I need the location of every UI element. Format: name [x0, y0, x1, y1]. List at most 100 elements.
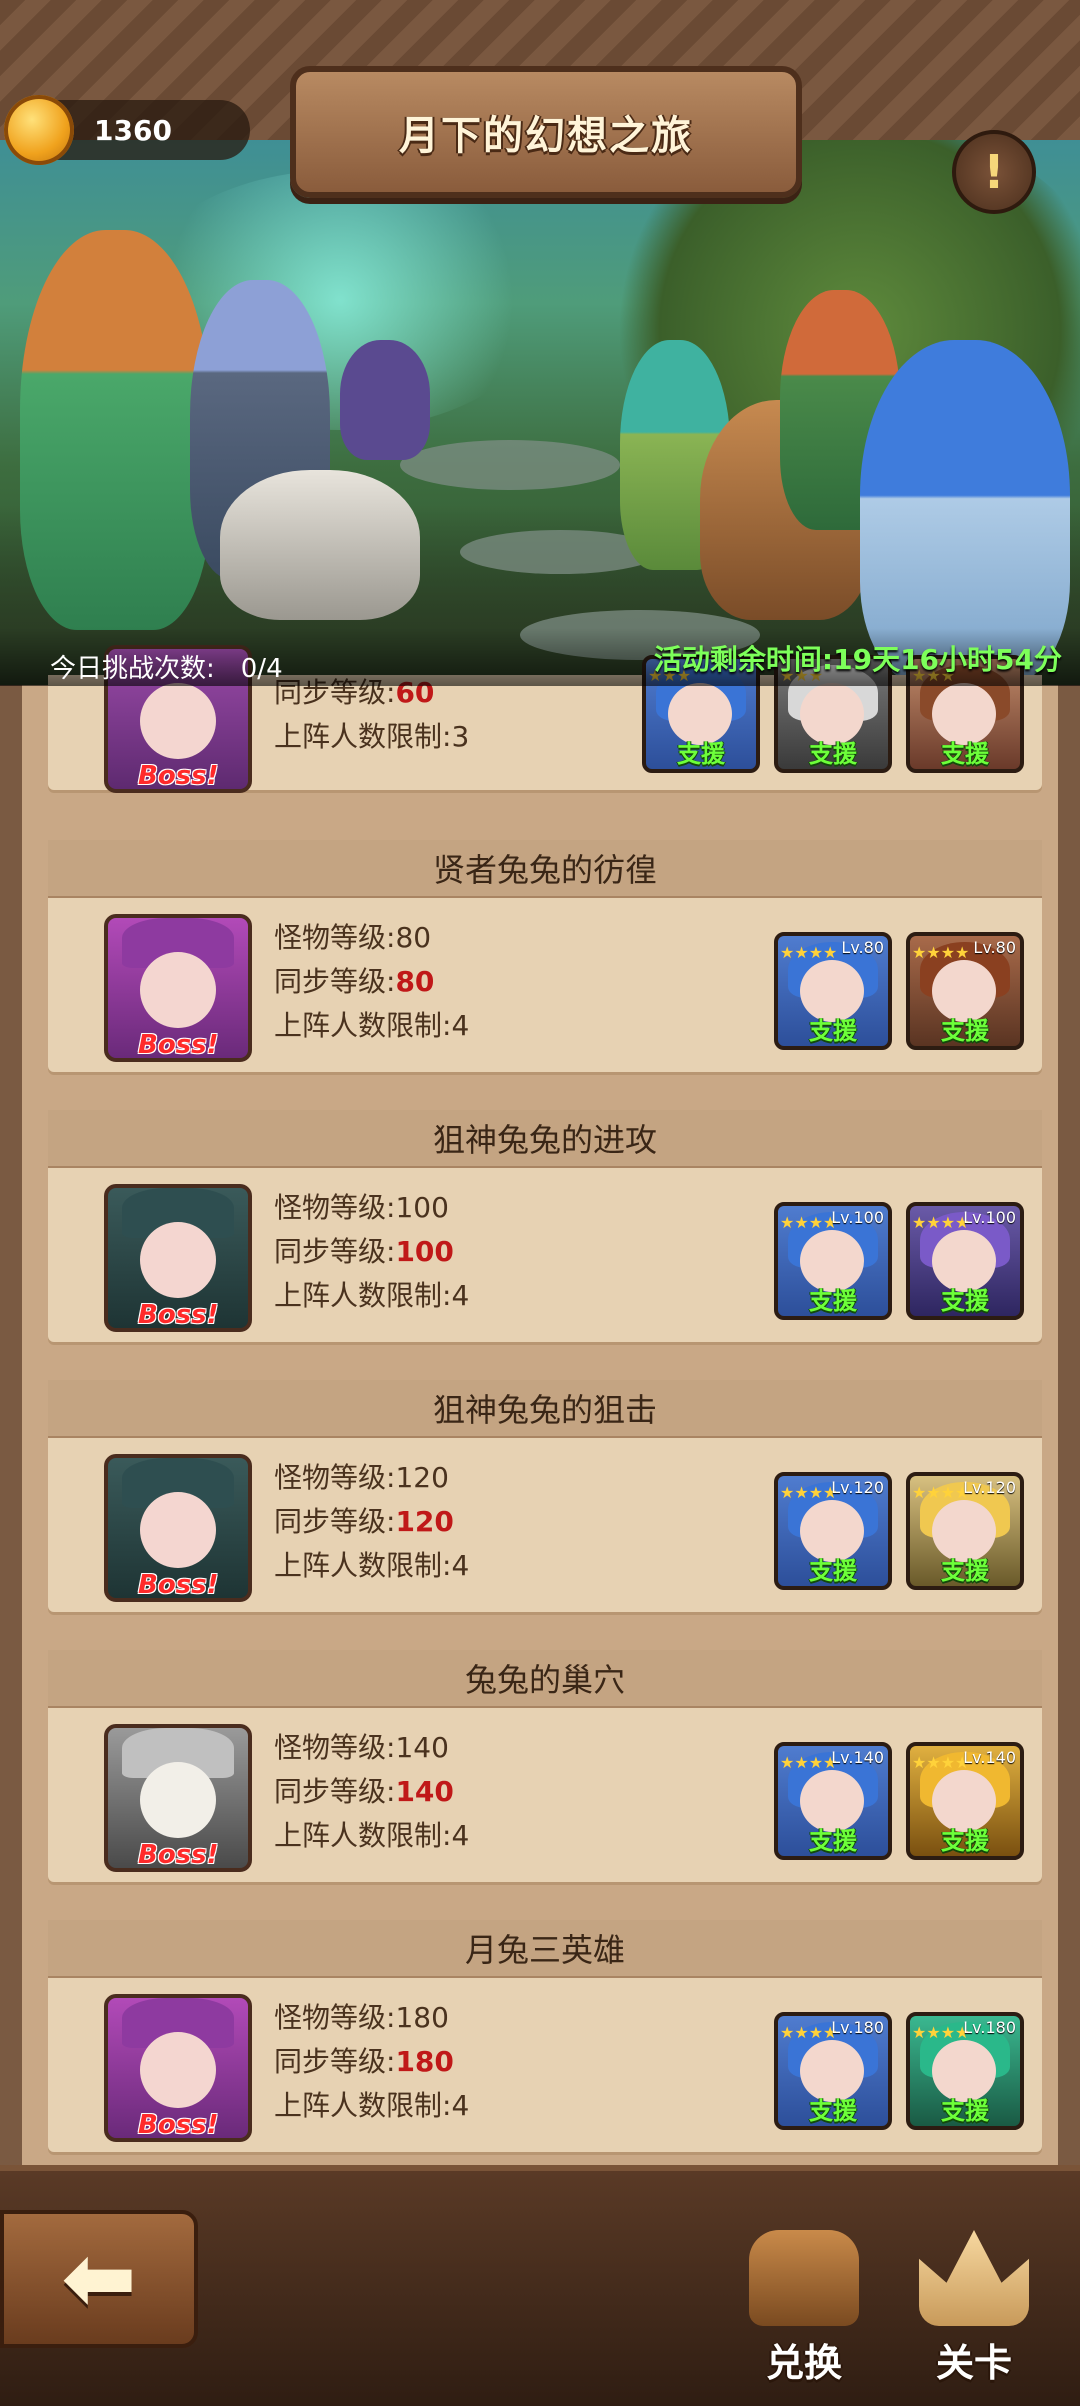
boss-face: [140, 683, 216, 759]
exchange-button[interactable]: 兑换: [734, 2230, 874, 2390]
party-limit-label: 上阵人数限制:: [274, 1279, 452, 1312]
support-hero-slot[interactable]: ★★★★ Lv.140 支援: [906, 1742, 1024, 1860]
monster-level-label: 怪物等级:: [274, 1461, 396, 1494]
stage-title-bar: 兔兔的巢穴: [48, 1650, 1042, 1708]
stage-stats: 怪物等级:140 同步等级:140 上阵人数限制:4: [274, 1726, 469, 1858]
boss-portrait: Boss!: [104, 1994, 252, 2142]
stage-card[interactable]: 狙神兔兔的狙击 Boss! 怪物等级:120 同步等级:120 上阵人数限制:4…: [48, 1380, 1042, 1612]
stage-title: 月兔三英雄: [464, 1931, 625, 1969]
party-limit-label: 上阵人数限制:: [274, 1819, 452, 1852]
hero-level: Lv.140: [831, 1748, 884, 1767]
hero-level: Lv.120: [831, 1478, 884, 1497]
stepping-stone: [400, 440, 620, 490]
boss-face: [140, 2032, 216, 2108]
party-limit-row: 上阵人数限制:4: [274, 1274, 469, 1318]
boss-portrait: Boss!: [104, 1724, 252, 1872]
event-title-plaque: 月下的幻想之旅: [290, 66, 802, 198]
party-limit-label: 上阵人数限制:: [274, 2089, 452, 2122]
stage-stats: 怪物等级:80 同步等级:80 上阵人数限制:4: [274, 916, 469, 1048]
exchange-label: 兑换: [765, 2341, 842, 2385]
currency-display: 1360: [4, 95, 250, 165]
star-rating-icon: ★★★★: [912, 1754, 969, 1772]
support-hero-slot[interactable]: ★★★★ Lv.120 支援: [906, 1472, 1024, 1590]
stage-list[interactable]: Boss! 同步等级:60 上阵人数限制:3 ★★★ 支援 ★★★ 支援 ★★★…: [0, 645, 1080, 2165]
support-label: 支援: [809, 1827, 857, 1855]
party-limit-value: 3: [451, 720, 470, 753]
party-limit-row: 上阵人数限制:4: [274, 2084, 469, 2128]
support-hero-slot[interactable]: ★★★★ Lv.100 支援: [906, 1202, 1024, 1320]
treasure-chest-icon: [749, 2230, 859, 2326]
monster-level-label: 怪物等级:: [274, 1191, 396, 1224]
party-limit-row: 上阵人数限制:4: [274, 1814, 469, 1858]
stage-card[interactable]: 狙神兔兔的进攻 Boss! 怪物等级:100 同步等级:100 上阵人数限制:4…: [48, 1110, 1042, 1342]
party-limit-value: 4: [451, 1279, 470, 1312]
boss-face: [140, 1762, 216, 1838]
support-hero-slot[interactable]: ★★★★ Lv.80 支援: [774, 932, 892, 1050]
sync-level-row: 同步等级:120: [274, 1500, 469, 1544]
stage-card[interactable]: 兔兔的巢穴 Boss! 怪物等级:140 同步等级:140 上阵人数限制:4 ★…: [48, 1650, 1042, 1882]
support-hero-slot[interactable]: ★★★★ Lv.100 支援: [774, 1202, 892, 1320]
support-hero-slot[interactable]: ★★★★ Lv.120 支援: [774, 1472, 892, 1590]
stage-title: 兔兔的巢穴: [464, 1661, 625, 1699]
support-hero-slot[interactable]: ★★★★ Lv.80 支援: [906, 932, 1024, 1050]
boss-tag: Boss!: [138, 2110, 219, 2140]
boss-face: [140, 952, 216, 1028]
support-label: 支援: [941, 740, 989, 768]
support-label: 支援: [809, 1287, 857, 1315]
monster-level-label: 怪物等级:: [274, 921, 396, 954]
star-rating-icon: ★★★★: [912, 1484, 969, 1502]
support-hero-slot[interactable]: ★★★★ Lv.180 支援: [774, 2012, 892, 2130]
tries-label: 今日挑战次数:: [50, 654, 215, 684]
boss-tag: Boss!: [138, 1840, 219, 1870]
star-rating-icon: ★★★★: [780, 1754, 837, 1772]
star-rating-icon: ★★★★: [780, 2024, 837, 2042]
back-arrow-icon: ⬅: [61, 2226, 137, 2331]
stage-card[interactable]: 贤者兔兔的彷徨 Boss! 怪物等级:80 同步等级:80 上阵人数限制:4 ★…: [48, 840, 1042, 1072]
monster-level-row: 怪物等级:100: [274, 1186, 469, 1230]
back-button[interactable]: ⬅: [0, 2210, 198, 2348]
monster-level-row: 怪物等级:180: [274, 1996, 469, 2040]
hero-level: Lv.100: [963, 1208, 1016, 1227]
sync-level-label: 同步等级:: [274, 2045, 396, 2078]
party-limit-value: 4: [451, 2089, 470, 2122]
hero-level: Lv.180: [963, 2018, 1016, 2037]
party-limit-row: 上阵人数限制:4: [274, 1004, 469, 1048]
boss-tag: Boss!: [138, 761, 219, 791]
sync-level-value: 100: [395, 1235, 454, 1268]
hero-dragon: [340, 340, 430, 460]
sync-level-label: 同步等级:: [274, 965, 396, 998]
sync-level-value: 180: [395, 2045, 454, 2078]
sync-level-row: 同步等级:180: [274, 2040, 469, 2084]
stage-card[interactable]: Boss! 同步等级:60 上阵人数限制:3 ★★★ 支援 ★★★ 支援 ★★★…: [48, 645, 1042, 793]
hero-level: Lv.80: [973, 938, 1016, 957]
support-hero-slot[interactable]: ★★★★ Lv.140 支援: [774, 1742, 892, 1860]
event-info-button[interactable]: !: [952, 130, 1036, 214]
hero-bear-mount: [220, 470, 420, 620]
stage-card[interactable]: 月兔三英雄 Boss! 怪物等级:180 同步等级:180 上阵人数限制:4 ★…: [48, 1920, 1042, 2152]
support-label: 支援: [941, 1017, 989, 1045]
star-rating-icon: ★★★★: [912, 1214, 969, 1232]
support-label: 支援: [809, 740, 857, 768]
monster-level-label: 怪物等级:: [274, 2001, 396, 2034]
boss-tag: Boss!: [138, 1300, 219, 1330]
party-limit-label: 上阵人数限制:: [274, 720, 452, 753]
support-hero-slot[interactable]: ★★★★ Lv.180 支援: [906, 2012, 1024, 2130]
party-limit-label: 上阵人数限制:: [274, 1549, 452, 1582]
sync-level-label: 同步等级:: [274, 1235, 396, 1268]
crown-icon: [919, 2230, 1029, 2326]
monster-level-value: 100: [395, 1191, 449, 1224]
support-label: 支援: [941, 1287, 989, 1315]
stage-button[interactable]: 关卡: [904, 2230, 1044, 2390]
hero-level: Lv.120: [963, 1478, 1016, 1497]
support-label: 支援: [809, 1557, 857, 1585]
star-rating-icon: ★★★★: [780, 1484, 837, 1502]
stage-title: 狙神兔兔的进攻: [432, 1121, 657, 1159]
boss-portrait: Boss!: [104, 1184, 252, 1332]
monster-level-row: 怪物等级:80: [274, 916, 469, 960]
party-limit-value: 4: [451, 1819, 470, 1852]
boss-portrait: Boss!: [104, 1454, 252, 1602]
sync-level-label: 同步等级:: [274, 1775, 396, 1808]
sync-level-value: 120: [395, 1505, 454, 1538]
monster-level-value: 180: [395, 2001, 449, 2034]
monster-level-value: 140: [395, 1731, 449, 1764]
